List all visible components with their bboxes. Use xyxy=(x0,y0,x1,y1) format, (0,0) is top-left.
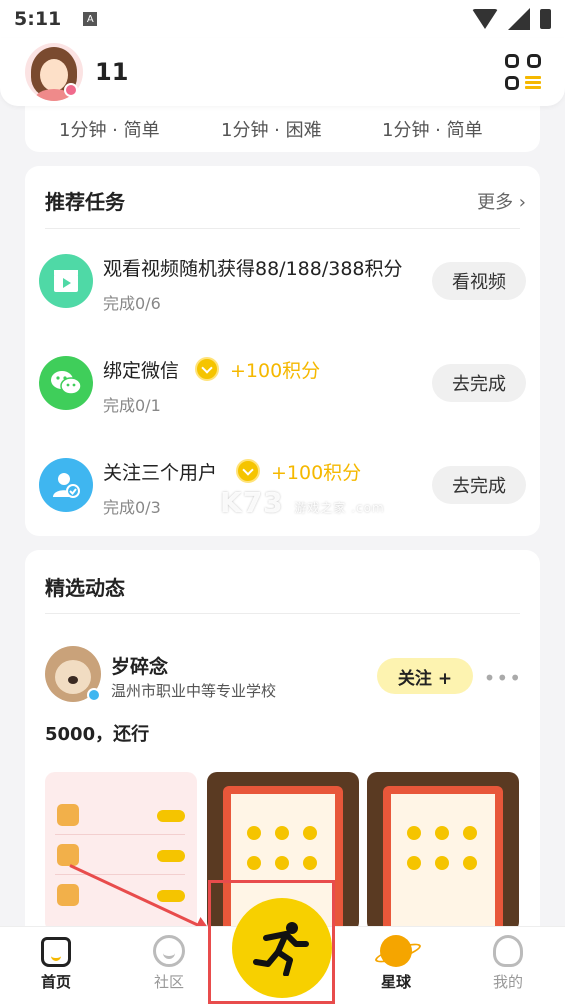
post-author[interactable]: 岁碎念 xyxy=(111,652,168,679)
wifi-icon xyxy=(472,9,498,29)
task-item: 绑定微信 +100积分 完成0/1 去完成 xyxy=(25,344,540,424)
post-text: 5000，还行 xyxy=(45,724,150,745)
watermark-sub: 游戏之家 .com xyxy=(294,501,385,515)
tasks-card: 推荐任务 更多 › 观看视频随机获得88/188/388积分 完成0/6 看视频… xyxy=(25,166,540,536)
female-icon xyxy=(64,83,78,97)
game-meta: 1分钟 · 简单 xyxy=(382,120,483,141)
task-reward: +100积分 xyxy=(230,360,321,382)
divider xyxy=(45,228,520,229)
video-icon xyxy=(39,254,93,308)
card-title: 推荐任务 xyxy=(45,190,125,214)
add-user-icon xyxy=(39,458,93,512)
card-title: 精选动态 xyxy=(45,576,125,600)
nav-community[interactable]: 社区 xyxy=(129,935,209,992)
nav-planet[interactable]: 星球 xyxy=(356,935,436,992)
complete-button[interactable]: 去完成 xyxy=(432,466,526,504)
male-icon xyxy=(87,688,101,702)
more-options-icon[interactable]: ••• xyxy=(484,666,522,690)
planet-icon xyxy=(380,935,412,967)
task-progress: 完成0/1 xyxy=(103,396,161,415)
follow-button[interactable]: 关注 + xyxy=(377,658,473,694)
coin-icon xyxy=(195,357,219,381)
battery-icon xyxy=(540,9,551,29)
task-title: 观看视频随机获得88/188/388积分 xyxy=(103,258,403,280)
task-progress: 完成0/3 xyxy=(103,498,161,517)
task-title: 关注三个用户 xyxy=(103,462,218,484)
watermark: K73 游戏之家 .com xyxy=(220,486,385,519)
nav-me[interactable]: 我的 xyxy=(468,935,548,992)
watch-video-button[interactable]: 看视频 xyxy=(432,262,526,300)
more-link[interactable]: 更多 › xyxy=(477,188,526,214)
coin-icon xyxy=(236,459,260,483)
complete-button[interactable]: 去完成 xyxy=(432,364,526,402)
status-time: 5:11 xyxy=(14,8,62,30)
game-meta: 1分钟 · 简单 xyxy=(59,120,160,141)
nav-label: 首页 xyxy=(40,973,71,991)
signal-icon xyxy=(508,8,530,30)
status-bar: 5:11 A xyxy=(0,0,565,38)
menu-grid-icon[interactable] xyxy=(505,54,541,90)
home-icon xyxy=(41,937,71,967)
task-progress: 完成0/6 xyxy=(103,294,161,313)
post-image[interactable] xyxy=(367,772,519,932)
status-indicators xyxy=(472,8,551,30)
nav-home[interactable]: 首页 xyxy=(16,935,96,992)
post-school: 温州市职业中等专业学校 xyxy=(111,682,277,700)
watermark-text: K73 xyxy=(220,486,284,519)
post-image[interactable] xyxy=(45,772,197,932)
profile-icon xyxy=(493,935,523,967)
nav-label: 星球 xyxy=(380,973,411,991)
task-item: 观看视频随机获得88/188/388积分 完成0/6 看视频 xyxy=(25,242,540,322)
nav-label: 我的 xyxy=(492,973,523,991)
task-title: 绑定微信 xyxy=(103,360,180,382)
profile-header: 11 xyxy=(0,38,565,106)
task-reward: +100积分 xyxy=(271,462,362,484)
nav-label: 社区 xyxy=(153,973,184,991)
username[interactable]: 11 xyxy=(95,58,128,86)
game-meta: 1分钟 · 困难 xyxy=(221,120,322,141)
highlight-box xyxy=(208,880,335,1004)
community-icon xyxy=(153,935,185,967)
divider xyxy=(45,613,520,614)
notification-icon: A xyxy=(83,12,98,26)
wechat-icon xyxy=(39,356,93,410)
